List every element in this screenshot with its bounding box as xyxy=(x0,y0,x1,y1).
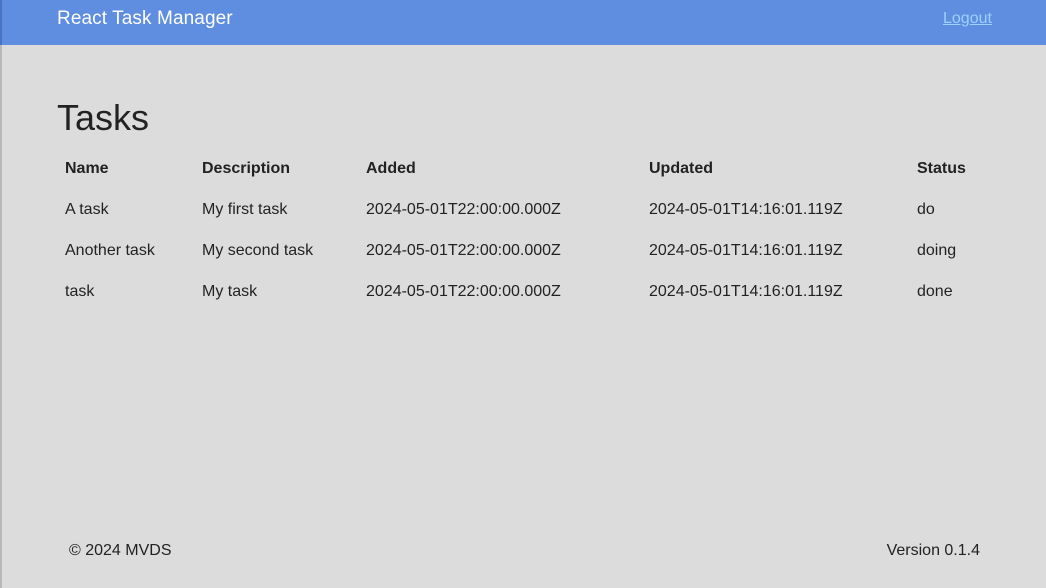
app-title: React Task Manager xyxy=(57,8,233,29)
column-header-status: Status xyxy=(917,160,966,177)
task-added: 2024-05-01T22:00:00.000Z xyxy=(366,282,561,300)
task-added: 2024-05-01T22:00:00.000Z xyxy=(366,241,561,259)
table-header-row: Name Description Added Updated Status xyxy=(55,149,987,189)
task-added: 2024-05-01T22:00:00.000Z xyxy=(366,200,561,218)
table-row[interactable]: task My task 2024-05-01T22:00:00.000Z 20… xyxy=(55,271,987,312)
footer-version: Version 0.1.4 xyxy=(886,542,980,559)
app-header: React Task Manager Logout xyxy=(0,0,1046,45)
logout-link[interactable]: Logout xyxy=(943,10,992,28)
task-name: Another task xyxy=(65,241,155,259)
task-name: task xyxy=(65,282,95,300)
left-border xyxy=(0,45,2,588)
task-status: done xyxy=(917,282,953,300)
tasks-table: Name Description Added Updated Status A … xyxy=(55,149,987,312)
footer-copyright: © 2024 MVDS xyxy=(69,542,172,559)
column-header-name: Name xyxy=(65,160,109,177)
column-header-updated: Updated xyxy=(649,160,713,177)
table-row[interactable]: A task My first task 2024-05-01T22:00:00… xyxy=(55,189,987,230)
task-updated: 2024-05-01T14:16:01.119Z xyxy=(649,282,843,300)
task-description: My second task xyxy=(202,241,314,259)
column-header-description: Description xyxy=(202,160,291,177)
task-status: do xyxy=(917,200,935,218)
column-header-added: Added xyxy=(366,160,416,177)
page-title: Tasks xyxy=(57,97,150,138)
task-description: My first task xyxy=(202,200,288,218)
task-updated: 2024-05-01T14:16:01.119Z xyxy=(649,241,843,259)
task-name: A task xyxy=(65,200,109,218)
table-row[interactable]: Another task My second task 2024-05-01T2… xyxy=(55,230,987,271)
task-status: doing xyxy=(917,241,957,259)
task-updated: 2024-05-01T14:16:01.119Z xyxy=(649,200,843,218)
task-description: My task xyxy=(202,282,258,300)
